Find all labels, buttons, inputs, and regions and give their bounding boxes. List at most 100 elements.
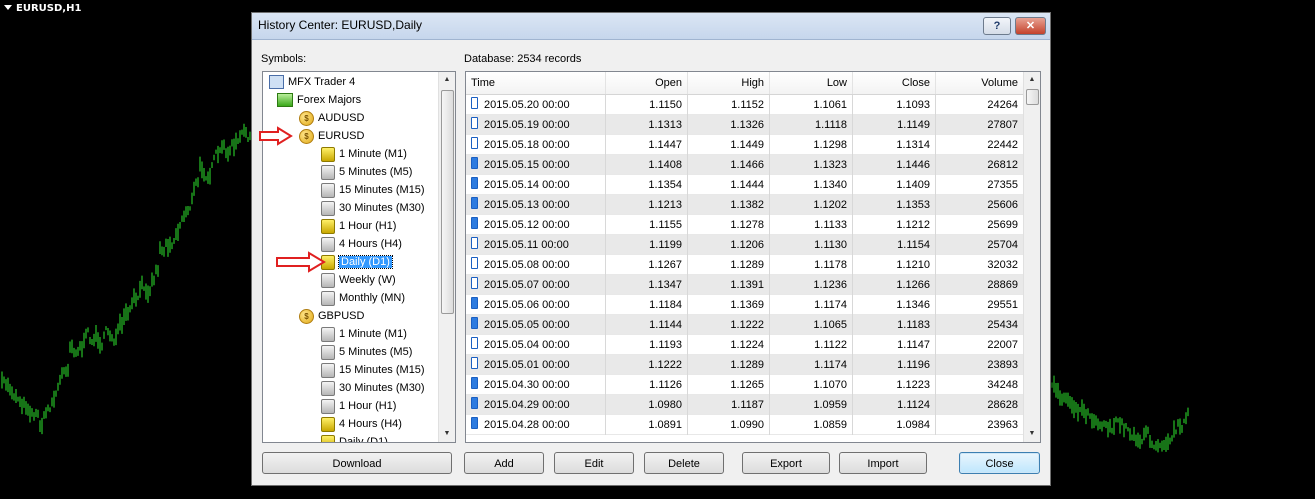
tree-item[interactable]: $ GBPUSD xyxy=(299,308,364,324)
scrollbar-thumb[interactable] xyxy=(1026,89,1039,105)
tree-item[interactable]: 30 Minutes (M30) xyxy=(321,380,425,396)
tree-item[interactable]: 5 Minutes (M5) xyxy=(321,164,412,180)
cell-volume: 25704 xyxy=(936,235,1024,255)
column-header-low[interactable]: Low xyxy=(770,72,853,94)
table-row[interactable]: 2015.04.30 00:00 1.1126 1.1265 1.1070 1.1223… xyxy=(466,375,1024,395)
table-row[interactable]: 2015.05.04 00:00 1.1193 1.1224 1.1122 1.1147… xyxy=(466,335,1024,355)
tree-item-label: 4 Hours (H4) xyxy=(339,238,402,250)
dialog-titlebar[interactable]: History Center: EURUSD,Daily ? ✕ xyxy=(252,13,1050,40)
cell-value: 2015.04.29 00:00 xyxy=(484,399,570,411)
cell-value: 1.1149 xyxy=(897,119,930,131)
tree-item[interactable]: MFX Trader 4 xyxy=(269,74,355,90)
tree-item[interactable]: 5 Minutes (M5) xyxy=(321,344,412,360)
tree-item[interactable]: 15 Minutes (M15) xyxy=(321,362,425,378)
table-scrollbar[interactable]: ▲ ▼ xyxy=(1023,72,1040,442)
table-row[interactable]: 2015.05.18 00:00 1.1447 1.1449 1.1298 1.1314… xyxy=(466,135,1024,155)
cell-value: 2015.05.19 00:00 xyxy=(484,119,570,131)
history-data-table[interactable]: Time Open High Low Close Volume 2015.05.20 00… xyxy=(465,71,1041,443)
scroll-up-icon[interactable]: ▲ xyxy=(1024,72,1040,88)
delete-button[interactable]: Delete xyxy=(644,452,724,474)
table-row[interactable]: 2015.05.19 00:00 1.1313 1.1326 1.1118 1.1149… xyxy=(466,115,1024,135)
tree-item[interactable]: 30 Minutes (M30) xyxy=(321,200,425,216)
close-button[interactable]: Close xyxy=(959,452,1040,474)
tree-item[interactable]: 1 Hour (H1) xyxy=(321,398,396,414)
table-row[interactable]: 2015.05.15 00:00 1.1408 1.1466 1.1323 1.1446… xyxy=(466,155,1024,175)
database-gray-icon xyxy=(321,398,335,414)
import-button[interactable]: Import xyxy=(839,452,927,474)
tree-item[interactable]: 4 Hours (H4) xyxy=(321,236,402,252)
table-row[interactable]: 2015.05.07 00:00 1.1347 1.1391 1.1236 1.1266… xyxy=(466,275,1024,295)
column-header-time[interactable]: Time xyxy=(466,72,606,94)
table-row[interactable]: 2015.04.29 00:00 1.0980 1.1187 1.0959 1.1124… xyxy=(466,395,1024,415)
tree-item[interactable]: $ AUDUSD xyxy=(299,110,364,126)
cell-low: 1.1174 xyxy=(770,355,853,375)
tree-item-label: Monthly (MN) xyxy=(339,292,406,304)
cell-value: 1.1298 xyxy=(813,139,847,151)
help-button[interactable]: ? xyxy=(983,17,1011,35)
cell-volume: 25434 xyxy=(936,315,1024,335)
cell-value: 1.1178 xyxy=(814,259,847,271)
cell-value: 23893 xyxy=(987,359,1018,371)
cell-high: 1.1466 xyxy=(688,155,770,175)
cell-value: 2015.05.15 00:00 xyxy=(484,159,570,171)
cell-low: 1.1323 xyxy=(770,155,853,175)
tree-item[interactable]: 1 Minute (M1) xyxy=(321,146,407,162)
table-row[interactable]: 2015.05.20 00:00 1.1150 1.1152 1.1061 1.1093… xyxy=(466,95,1024,115)
cell-value: 1.1289 xyxy=(730,359,764,371)
cell-volume: 27355 xyxy=(936,175,1024,195)
chevron-down-icon[interactable] xyxy=(4,5,12,10)
tree-item[interactable]: 4 Hours (H4) xyxy=(321,416,402,432)
cell-time: 2015.05.12 00:00 xyxy=(466,215,606,235)
export-button[interactable]: Export xyxy=(742,452,830,474)
tree-item[interactable]: Monthly (MN) xyxy=(321,290,405,306)
cell-value: 22007 xyxy=(987,339,1018,351)
tree-item[interactable]: $ EURUSD xyxy=(299,128,364,144)
close-window-button[interactable]: ✕ xyxy=(1015,17,1046,35)
cell-value: 1.1266 xyxy=(896,279,930,291)
cell-high: 1.1222 xyxy=(688,315,770,335)
column-header-open[interactable]: Open xyxy=(606,72,688,94)
database-yellow-icon xyxy=(321,416,335,432)
scroll-down-icon[interactable]: ▼ xyxy=(1024,426,1040,442)
add-button[interactable]: Add xyxy=(464,452,544,474)
table-row[interactable]: 2015.05.05 00:00 1.1144 1.1222 1.1065 1.1183… xyxy=(466,315,1024,335)
table-row[interactable]: 2015.05.01 00:00 1.1222 1.1289 1.1174 1.1196… xyxy=(466,355,1024,375)
cell-value: 25606 xyxy=(987,199,1018,211)
table-row[interactable]: 2015.05.14 00:00 1.1354 1.1444 1.1340 1.1409… xyxy=(466,175,1024,195)
cell-low: 1.1236 xyxy=(770,275,853,295)
table-row[interactable]: 2015.05.11 00:00 1.1199 1.1206 1.1130 1.1154… xyxy=(466,235,1024,255)
download-button[interactable]: Download xyxy=(262,452,452,474)
tree-item[interactable]: Daily (D1) xyxy=(321,254,393,270)
cell-volume: 22007 xyxy=(936,335,1024,355)
table-row[interactable]: 2015.05.08 00:00 1.1267 1.1289 1.1178 1.1210… xyxy=(466,255,1024,275)
column-header-volume[interactable]: Volume xyxy=(936,72,1024,94)
column-header-close[interactable]: Close xyxy=(853,72,936,94)
cell-value: 27807 xyxy=(987,119,1018,131)
cell-low: 1.1130 xyxy=(770,235,853,255)
cell-value: 1.1206 xyxy=(730,239,764,251)
tree-item[interactable]: Weekly (W) xyxy=(321,272,396,288)
cell-high: 1.1369 xyxy=(688,295,770,315)
scroll-down-icon[interactable]: ▼ xyxy=(439,426,455,442)
scroll-up-icon[interactable]: ▲ xyxy=(439,72,455,88)
edit-button[interactable]: Edit xyxy=(554,452,634,474)
cell-volume: 28869 xyxy=(936,275,1024,295)
tree-item[interactable]: 15 Minutes (M15) xyxy=(321,182,425,198)
scrollbar-thumb[interactable] xyxy=(441,90,454,314)
table-row[interactable]: 2015.05.12 00:00 1.1155 1.1278 1.1133 1.1212… xyxy=(466,215,1024,235)
cell-close: 1.1196 xyxy=(853,355,936,375)
tree-item[interactable]: 1 Minute (M1) xyxy=(321,326,407,342)
tree-item[interactable]: 1 Hour (H1) xyxy=(321,218,396,234)
table-row[interactable]: 2015.04.28 00:00 1.0891 1.0990 1.0859 1.0984… xyxy=(466,415,1024,435)
table-row[interactable]: 2015.05.13 00:00 1.1213 1.1382 1.1202 1.1353… xyxy=(466,195,1024,215)
tree-item[interactable]: Daily (D1) xyxy=(321,434,388,442)
tree-item[interactable]: Forex Majors xyxy=(277,92,361,108)
table-row[interactable]: 2015.05.06 00:00 1.1184 1.1369 1.1174 1.1346… xyxy=(466,295,1024,315)
column-header-high[interactable]: High xyxy=(688,72,770,94)
candle-down-icon xyxy=(471,117,478,129)
database-yellow-icon xyxy=(321,218,335,234)
cell-value: 1.1466 xyxy=(730,159,764,171)
cell-value: 2015.05.20 00:00 xyxy=(484,99,570,111)
tree-scrollbar[interactable]: ▲ ▼ xyxy=(438,72,455,442)
cell-value: 1.1224 xyxy=(730,339,764,351)
